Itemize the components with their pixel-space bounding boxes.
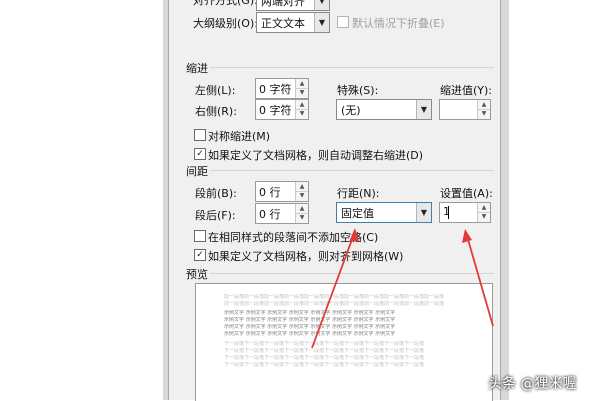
- mirror-indent-checkbox[interactable]: [194, 129, 206, 141]
- section-separator: [210, 170, 494, 171]
- chevron-down-icon: ▼: [314, 0, 329, 10]
- mirror-indent-label: 对称缩进(M): [208, 130, 271, 143]
- left-indent-stepper[interactable]: 0 字符 ▲ ▼: [255, 78, 309, 99]
- chevron-down-icon: ▼: [314, 13, 329, 32]
- preview-next-line: 下一段落下一段落下一段落下一段落下一段落下一段落下一段落下一段落下一段落下一段落: [224, 341, 425, 347]
- auto-adjust-checkbox[interactable]: ✓: [194, 148, 206, 160]
- preview-pane: 前一段落前一段落前一段落前一段落前一段落前一段落前一段落前一段落前一段落前一段落…: [195, 283, 493, 401]
- preview-sample-line: 示例文字 示例文字 示例文字 示例文字 示例文字 示例文字 示例文字 示例文字: [224, 331, 396, 337]
- line-spacing-label: 行距(N):: [337, 187, 380, 200]
- watermark-text: 头条 @狸米喔: [488, 376, 577, 392]
- section-title-preview: 预览: [186, 268, 208, 281]
- spin-down-icon[interactable]: ▼: [478, 109, 490, 118]
- chevron-down-icon: ▼: [416, 203, 431, 222]
- preview-sample-line: 示例文字 示例文字 示例文字 示例文字 示例文字 示例文字 示例文字 示例文字: [224, 317, 396, 323]
- spin-down-icon[interactable]: ▼: [296, 109, 308, 118]
- document-background-left: [0, 0, 168, 400]
- preview-next-line: 下一段落下一段落下一段落下一段落下一段落下一段落下一段落下一段落下一段落下一段落: [224, 355, 425, 361]
- space-after-label: 段后(F):: [195, 209, 236, 222]
- snap-to-grid-checkbox[interactable]: ✓: [194, 249, 206, 261]
- preview-next-line: 下一段落下一段落下一段落下一段落下一段落下一段落下一段落下一段落下一段落下一段落: [224, 362, 425, 368]
- preview-prev-line: 前一段落前一段落前一段落前一段落前一段落前一段落前一段落前一段落前一段落前一段落…: [224, 301, 444, 307]
- line-spacing-at-stepper[interactable]: 1 ▲ ▼: [439, 202, 491, 223]
- no-space-same-style-label: 在相同样式的段落间不添加空格(C): [208, 231, 379, 244]
- preview-prev-line: 前一段落前一段落前一段落前一段落前一段落前一段落前一段落前一段落前一段落前一段落…: [224, 294, 444, 300]
- no-space-same-style-checkbox[interactable]: [194, 230, 206, 242]
- indent-by-label: 缩进值(Y):: [440, 84, 493, 97]
- special-indent-label: 特殊(S):: [337, 84, 379, 97]
- space-before-label: 段前(B):: [195, 187, 237, 200]
- section-title-indent: 缩进: [186, 62, 208, 75]
- spin-down-icon[interactable]: ▼: [478, 212, 490, 221]
- outline-level-select[interactable]: 正文文本 ▼: [256, 12, 330, 33]
- line-spacing-select[interactable]: 固定值 ▼: [336, 202, 432, 223]
- spin-down-icon[interactable]: ▼: [296, 191, 308, 200]
- preview-sample-line: 示例文字 示例文字 示例文字 示例文字 示例文字 示例文字 示例文字 示例文字: [224, 310, 396, 316]
- section-separator: [210, 67, 494, 68]
- special-indent-select[interactable]: (无) ▼: [336, 99, 432, 120]
- left-indent-label: 左侧(L):: [195, 84, 236, 97]
- space-after-stepper[interactable]: 0 行 ▲ ▼: [255, 203, 309, 224]
- auto-adjust-label: 如果定义了文档网格，则自动调整右缩进(D): [208, 149, 424, 162]
- text-caret: [448, 206, 449, 219]
- dialog-frame-right: [500, 0, 509, 400]
- snap-to-grid-label: 如果定义了文档网格，则对齐到网格(W): [208, 250, 404, 263]
- right-indent-stepper[interactable]: 0 字符 ▲ ▼: [255, 99, 309, 120]
- collapse-checkbox[interactable]: [337, 16, 349, 28]
- spin-down-icon[interactable]: ▼: [296, 213, 308, 222]
- indent-by-stepper[interactable]: ▲ ▼: [439, 99, 491, 120]
- section-separator: [210, 273, 494, 274]
- alignment-label: 对齐方式(G):: [193, 0, 258, 7]
- spin-down-icon[interactable]: ▼: [296, 88, 308, 97]
- preview-next-line: 下一段落下一段落下一段落下一段落下一段落下一段落下一段落下一段落下一段落下一段落: [224, 348, 425, 354]
- line-spacing-at-label: 设置值(A):: [440, 187, 493, 200]
- right-indent-label: 右侧(R):: [195, 105, 237, 118]
- chevron-down-icon: ▼: [416, 100, 431, 119]
- outline-level-label: 大纲级别(O):: [193, 17, 258, 30]
- section-title-spacing: 间距: [186, 165, 208, 178]
- preview-sample-line: 示例文字 示例文字 示例文字 示例文字 示例文字 示例文字 示例文字 示例文字: [224, 324, 396, 330]
- space-before-stepper[interactable]: 0 行 ▲ ▼: [255, 181, 309, 202]
- alignment-select[interactable]: 两端对齐 ▼: [256, 0, 330, 11]
- collapse-label: 默认情况下折叠(E): [352, 17, 445, 30]
- document-background-right: [508, 0, 600, 400]
